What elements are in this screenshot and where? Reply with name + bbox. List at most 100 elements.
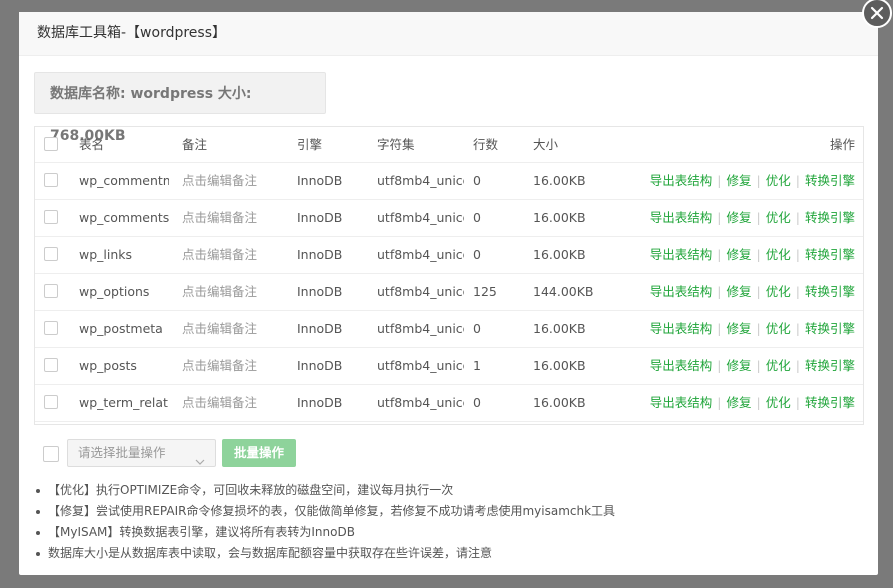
table-charset: utf8mb4_unico xyxy=(377,395,464,410)
tip-item: 【修复】尝试使用REPAIR命令修复损坏的表，仅能做简单修复，若修复不成功请考虑… xyxy=(34,501,615,522)
export-structure-link[interactable]: 导出表结构 xyxy=(650,173,713,188)
batch-action-select[interactable]: 请选择批量操作 xyxy=(67,439,216,467)
convert-engine-link[interactable]: 转换引擎 xyxy=(805,173,855,188)
batch-operation-button[interactable]: 批量操作 xyxy=(222,439,296,467)
optimize-link[interactable]: 优化 xyxy=(766,321,791,336)
separator: | xyxy=(795,210,800,225)
table-header-row: 表名 备注 引擎 字符集 行数 大小 操作 xyxy=(35,127,863,163)
convert-engine-link[interactable]: 转换引擎 xyxy=(805,247,855,262)
separator: | xyxy=(795,358,800,373)
separator: | xyxy=(717,321,722,336)
row-checkbox[interactable] xyxy=(44,321,58,335)
separator: | xyxy=(795,321,800,336)
header-charset: 字符集 xyxy=(377,137,415,152)
table-name: wp_term_relatic xyxy=(79,395,169,410)
table-engine: InnoDB xyxy=(297,173,343,188)
separator: | xyxy=(756,321,761,336)
convert-engine-link[interactable]: 转换引擎 xyxy=(805,210,855,225)
table-size: 16.00KB xyxy=(533,173,586,188)
edit-note-link[interactable]: 点击编辑备注 xyxy=(182,274,282,310)
table-name: wp_posts xyxy=(79,358,137,373)
row-checkbox[interactable] xyxy=(44,395,58,409)
tips-list: 【优化】执行OPTIMIZE命令，可回收未释放的磁盘空间，建议每月执行一次 【修… xyxy=(34,480,615,564)
convert-engine-link[interactable]: 转换引擎 xyxy=(805,284,855,299)
export-structure-link[interactable]: 导出表结构 xyxy=(650,395,713,410)
separator: | xyxy=(756,210,761,225)
optimize-link[interactable]: 优化 xyxy=(766,247,791,262)
header-name: 表名 xyxy=(79,137,105,152)
repair-link[interactable]: 修复 xyxy=(727,395,752,410)
table-row: wp_posts 点击编辑备注 InnoDB utf8mb4_unico 1 1… xyxy=(35,348,863,385)
separator: | xyxy=(717,247,722,262)
separator: | xyxy=(756,173,761,188)
separator: | xyxy=(795,173,800,188)
table-size: 16.00KB xyxy=(533,247,586,262)
table-rows-count: 1 xyxy=(473,358,481,373)
row-checkbox[interactable] xyxy=(44,173,58,187)
table-charset: utf8mb4_unico xyxy=(377,173,464,188)
edit-note-link[interactable]: 点击编辑备注 xyxy=(182,348,282,384)
optimize-link[interactable]: 优化 xyxy=(766,395,791,410)
optimize-link[interactable]: 优化 xyxy=(766,173,791,188)
convert-engine-link[interactable]: 转换引擎 xyxy=(805,321,855,336)
table-size: 144.00KB xyxy=(533,284,594,299)
row-checkbox[interactable] xyxy=(44,247,58,261)
table-charset: utf8mb4_unico xyxy=(377,247,464,262)
repair-link[interactable]: 修复 xyxy=(727,173,752,188)
edit-note-link[interactable]: 点击编辑备注 xyxy=(182,200,282,236)
tip-item: 【MyISAM】转换数据表引擎，建议将所有表转为InnoDB xyxy=(34,522,615,543)
export-structure-link[interactable]: 导出表结构 xyxy=(650,210,713,225)
table-name: wp_postmeta xyxy=(79,321,163,336)
repair-link[interactable]: 修复 xyxy=(727,321,752,336)
row-actions: 导出表结构 | 修复 | 优化 | 转换引擎 xyxy=(650,311,855,347)
optimize-link[interactable]: 优化 xyxy=(766,210,791,225)
table-engine: InnoDB xyxy=(297,284,343,299)
repair-link[interactable]: 修复 xyxy=(727,247,752,262)
table-row: wp_term_relatic 点击编辑备注 InnoDB utf8mb4_un… xyxy=(35,385,863,422)
convert-engine-link[interactable]: 转换引擎 xyxy=(805,395,855,410)
row-checkbox[interactable] xyxy=(44,284,58,298)
database-info: 数据库名称: wordpress 大小: 768.00KB xyxy=(34,72,326,144)
table-row: wp_commentm 点击编辑备注 InnoDB utf8mb4_unico … xyxy=(35,163,863,200)
table-name: wp_options xyxy=(79,284,150,299)
row-checkbox[interactable] xyxy=(44,358,58,372)
table-name: wp_commentm xyxy=(79,173,169,188)
row-actions: 导出表结构 | 修复 | 优化 | 转换引擎 xyxy=(650,163,855,199)
export-structure-link[interactable]: 导出表结构 xyxy=(650,247,713,262)
table-rows-count: 0 xyxy=(473,395,481,410)
separator: | xyxy=(756,284,761,299)
separator: | xyxy=(795,395,800,410)
table-rows-count: 0 xyxy=(473,173,481,188)
repair-link[interactable]: 修复 xyxy=(727,210,752,225)
table-row: wp_postmeta 点击编辑备注 InnoDB utf8mb4_unico … xyxy=(35,311,863,348)
export-structure-link[interactable]: 导出表结构 xyxy=(650,321,713,336)
table-engine: InnoDB xyxy=(297,210,343,225)
edit-note-link[interactable]: 点击编辑备注 xyxy=(182,385,282,421)
table-row: wp_options 点击编辑备注 InnoDB utf8mb4_unico 1… xyxy=(35,274,863,311)
table-size: 16.00KB xyxy=(533,321,586,336)
repair-link[interactable]: 修复 xyxy=(727,358,752,373)
export-structure-link[interactable]: 导出表结构 xyxy=(650,284,713,299)
edit-note-link[interactable]: 点击编辑备注 xyxy=(182,237,282,273)
table-size: 16.00KB xyxy=(533,358,586,373)
edit-note-link[interactable]: 点击编辑备注 xyxy=(182,311,282,347)
separator: | xyxy=(717,210,722,225)
header-size: 大小 xyxy=(533,137,559,152)
repair-link[interactable]: 修复 xyxy=(727,284,752,299)
optimize-link[interactable]: 优化 xyxy=(766,358,791,373)
row-checkbox[interactable] xyxy=(44,210,58,224)
edit-note-link[interactable]: 点击编辑备注 xyxy=(182,163,282,199)
table-rows-count: 0 xyxy=(473,247,481,262)
close-button[interactable] xyxy=(862,0,892,28)
batch-select-checkbox[interactable] xyxy=(43,446,59,462)
separator: | xyxy=(717,395,722,410)
table-charset: utf8mb4_unico xyxy=(377,321,464,336)
convert-engine-link[interactable]: 转换引擎 xyxy=(805,358,855,373)
select-all-checkbox[interactable] xyxy=(44,137,58,151)
optimize-link[interactable]: 优化 xyxy=(766,284,791,299)
table-name: wp_links xyxy=(79,247,133,262)
batch-select-placeholder: 请选择批量操作 xyxy=(78,445,166,460)
export-structure-link[interactable]: 导出表结构 xyxy=(650,358,713,373)
table-row: wp_comments 点击编辑备注 InnoDB utf8mb4_unico … xyxy=(35,200,863,237)
separator: | xyxy=(795,247,800,262)
